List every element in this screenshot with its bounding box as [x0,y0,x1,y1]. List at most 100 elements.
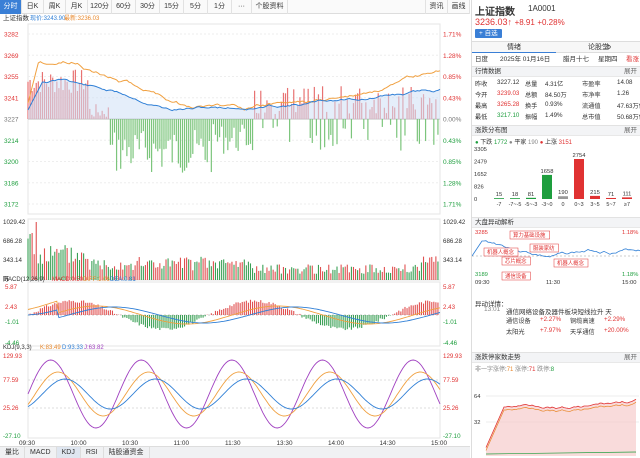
gear-icon[interactable]: ⚙ [606,44,611,51]
bottom-tab-0[interactable]: 量比 [0,447,25,458]
price-tick: 3282 [4,32,19,39]
news-time: 13:01 [484,306,501,313]
legend-latest: 最新:3236.03 [64,14,100,22]
dist-ytick: 826 [474,185,484,191]
price-tick: 3255 [4,74,19,81]
toolbar-item-11[interactable]: 个股资料 [252,0,288,14]
macd-dea: DEA:0.81 [110,277,136,283]
dist-bar-label: 3~5 [590,202,599,208]
pct-tick: 0.85% [443,74,462,81]
dist-bar [526,197,536,199]
weekday: 星期四 [598,56,618,63]
limit-expand[interactable]: 展开 [624,353,637,363]
bottom-tab-4[interactable]: 陆股通资金 [104,447,150,458]
price-tick: 3227 [4,117,19,124]
kdj-tick: 77.59 [3,377,19,384]
news-sector-name[interactable]: 天孚通信 [570,327,595,336]
news-sector-name[interactable]: 太阳光 [506,327,525,336]
toolbar-item-1[interactable]: 日K [22,0,44,14]
stock-name: 上证指数 [475,7,515,18]
dist-bar [590,195,600,199]
dist-bar-value: 111 [623,191,632,197]
macd-tick: 2.43 [5,304,18,311]
news-sector-name[interactable]: 铜缆高速 [570,316,595,325]
toolbar-right-0[interactable]: 资讯 [426,0,448,14]
dist-bar-label: -5~-3 [525,202,538,208]
dist-title: 涨跌分布图 [475,127,508,134]
vol-tick: 1029.42 [3,219,26,226]
dist-bar [606,197,616,199]
price-tick: 3200 [4,159,19,166]
vol-tick: 343.14 [3,257,22,264]
quote-cell: 3217.10 [497,112,520,119]
toolbar-item-4[interactable]: 120分 [88,0,112,14]
vol-tick: 686.28 [3,238,22,245]
macd-diff: DIFF:1.06 [83,277,110,283]
event-tag[interactable]: 算力基础设施 [509,230,550,240]
toolbar-item-5[interactable]: 60分 [112,0,136,14]
event-tag[interactable]: 机器人概念 [553,258,589,268]
event-tag[interactable]: 服装家纺 [529,243,559,253]
dist-bar-value: 15 [496,192,502,198]
quote-cell: 3239.03 [497,90,520,97]
intraday-title: 大盘异动解析 [475,219,514,226]
quote-cell: 最高 [475,103,488,110]
macd-tick-right: -1.01 [443,319,458,326]
quote-cell: 47.63万亿 [617,103,640,110]
toolbar-item-6[interactable]: 30分 [136,0,160,14]
tab-forum[interactable]: 论股堂 [556,42,640,53]
quote-cell: 市净率 [582,92,601,99]
kdj-tick-right: 77.59 [443,377,459,384]
kdj-tick: -27.10 [3,433,21,440]
event-tag[interactable]: 芯片概念 [501,256,531,266]
toolbar-item-3[interactable]: 月K [66,0,88,14]
toolbar-item-0[interactable]: 分时 [0,0,22,14]
toolbar-item-8[interactable]: 5分 [184,0,208,14]
dist-bar-label: -3~0 [542,202,553,208]
add-watchlist-button[interactable]: + 自选 [475,29,502,38]
dist-expand[interactable]: 展开 [624,126,637,136]
toolbar-item-7[interactable]: 15分 [160,0,184,14]
kdj-tick: 25.26 [3,405,19,412]
quote-cell: 4.31亿 [545,81,564,88]
pct-tick: 1.71% [443,32,462,39]
bottom-tab-3[interactable]: RSI [81,447,104,458]
dist-bar-value: 215 [590,190,600,196]
pct-tick: 0.43% [443,138,462,145]
event-tag[interactable]: 机器人概念 [483,247,519,257]
macd-tick: -1.01 [5,319,20,326]
news-headline[interactable]: 通信网络设备及器件板块短线拉升 天 [506,306,612,316]
toolbar-item-9[interactable]: 1分 [208,0,232,14]
toolbar-item-2[interactable]: 周K [44,0,66,14]
toolbar-right-1[interactable]: 画线 [448,0,470,14]
pct-tick: 0.85% [443,159,462,166]
quote-cell: 总量 [525,81,538,88]
macd-value: MACD:0.50 [52,277,84,283]
up-arrow-icon: ↑ [507,17,513,27]
tab-sentiment[interactable]: 情绪 [472,42,556,53]
distribution-chart: 3305 2479 1652 826 0 15 -7 18 -7~-5 81 -5~-3 1658 -3… [474,147,632,208]
index-label: 上证指数 [3,14,30,22]
news-sector-name[interactable]: 通信设备 [506,316,531,325]
price-tick: 3172 [4,202,19,209]
dist-bar-value: 190 [558,190,568,196]
kdj-tick-right: 129.93 [443,353,462,360]
quote-expand[interactable]: 展开 [624,67,637,77]
dist-bar [542,174,552,199]
kdj-j: J:63.82 [84,345,104,351]
toolbar-item-10[interactable]: ··· [232,0,252,14]
toolbar-spacer [288,0,426,14]
quote-cell: 14.08 [617,79,633,86]
kdj-tick: 129.93 [3,353,22,360]
bottom-tab-1[interactable]: MACD [25,447,57,458]
stock-code: 1A0001 [528,4,556,13]
price-tick: 3186 [4,180,19,187]
kdj-tick-right: 25.26 [443,405,459,412]
date-label: 日度 [475,56,488,63]
bottom-tab-2[interactable]: KDJ [56,447,81,458]
bullish-link[interactable]: 看涨 [626,54,639,66]
dist-ytick: 1652 [474,172,487,178]
event-tag[interactable]: 通信设备 [501,271,531,281]
quote-cell: 84.50万 [545,92,567,99]
dist-bar-value: 81 [528,192,534,198]
